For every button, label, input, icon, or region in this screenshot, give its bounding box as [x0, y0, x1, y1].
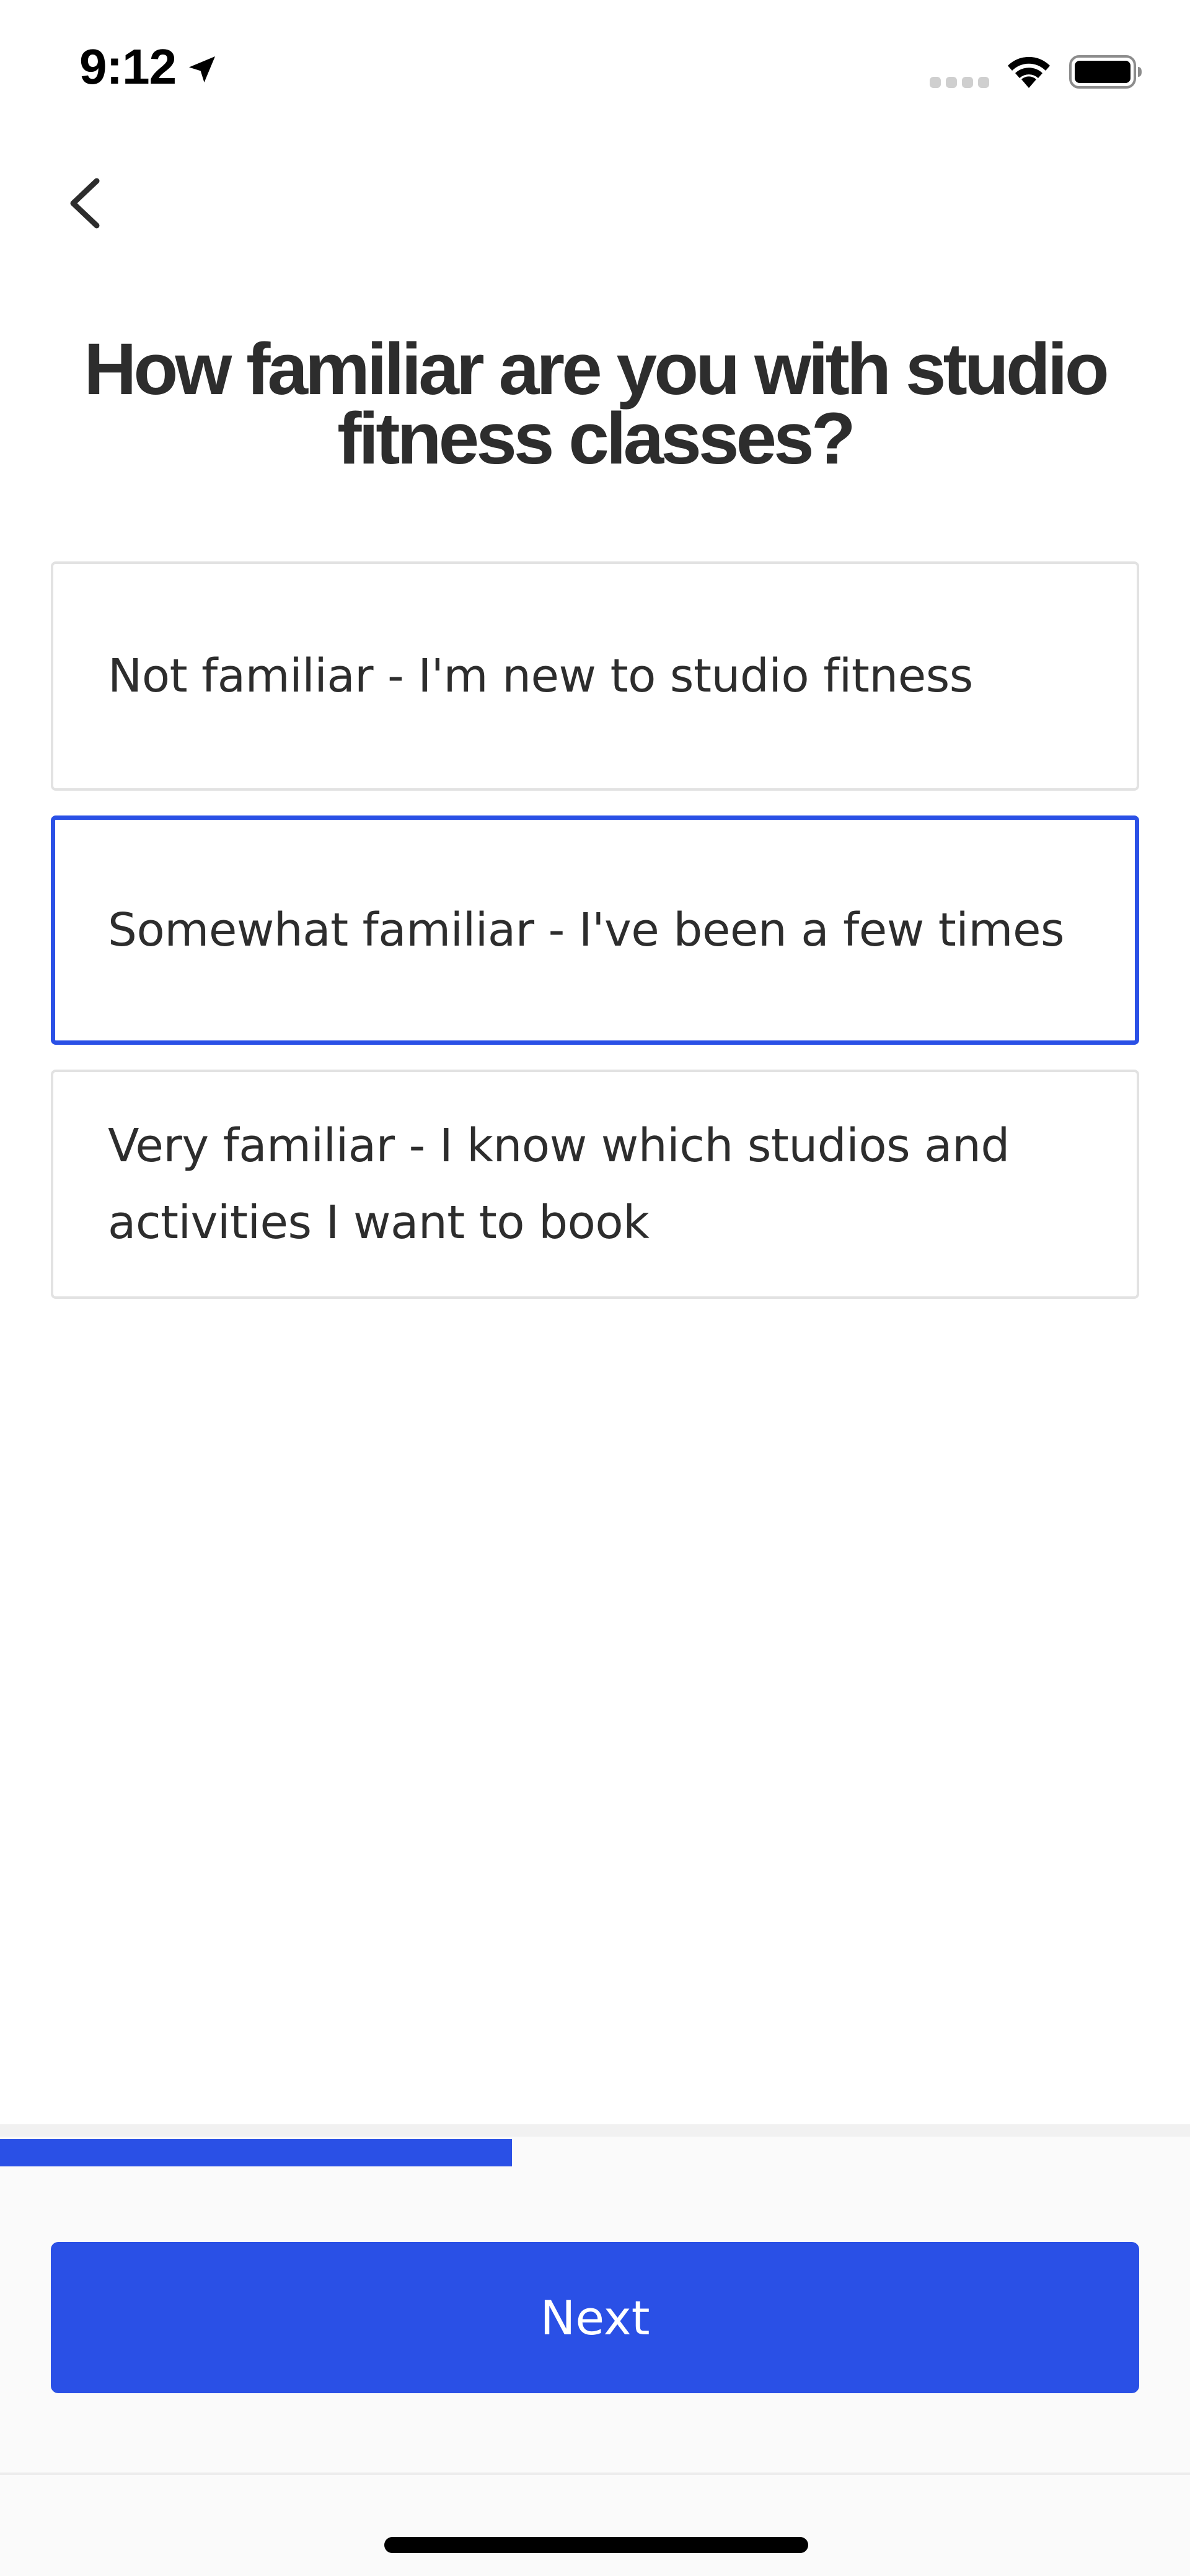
option-somewhat-familiar[interactable]: Somewhat familiar - I've been a few time… — [51, 815, 1139, 1045]
progress-bar — [0, 2139, 512, 2166]
question-title: How familiar are you with studio fitness… — [84, 328, 1109, 480]
home-indicator — [384, 2537, 808, 2553]
chevron-left-icon — [70, 178, 100, 229]
location-arrow-icon — [189, 56, 215, 82]
back-button[interactable] — [60, 166, 121, 240]
next-button[interactable]: Next — [51, 2242, 1139, 2393]
option-label: Not familiar - I'm new to studio fitness — [108, 649, 973, 703]
option-label: Very familiar - I know which studios and… — [108, 1119, 1010, 1249]
status-bar: 9:12 — [0, 0, 1190, 143]
option-very-familiar[interactable]: Very familiar - I know which studios and… — [51, 1070, 1139, 1299]
battery-icon — [1069, 55, 1142, 89]
wifi-icon — [1008, 56, 1050, 88]
status-time: 9:12 — [79, 39, 177, 94]
option-not-familiar[interactable]: Not familiar - I'm new to studio fitness — [51, 561, 1139, 791]
signal-dots-icon — [930, 77, 989, 88]
option-label: Somewhat familiar - I've been a few time… — [108, 903, 1065, 957]
progress-track — [0, 2124, 1190, 2137]
divider — [0, 2473, 1190, 2475]
